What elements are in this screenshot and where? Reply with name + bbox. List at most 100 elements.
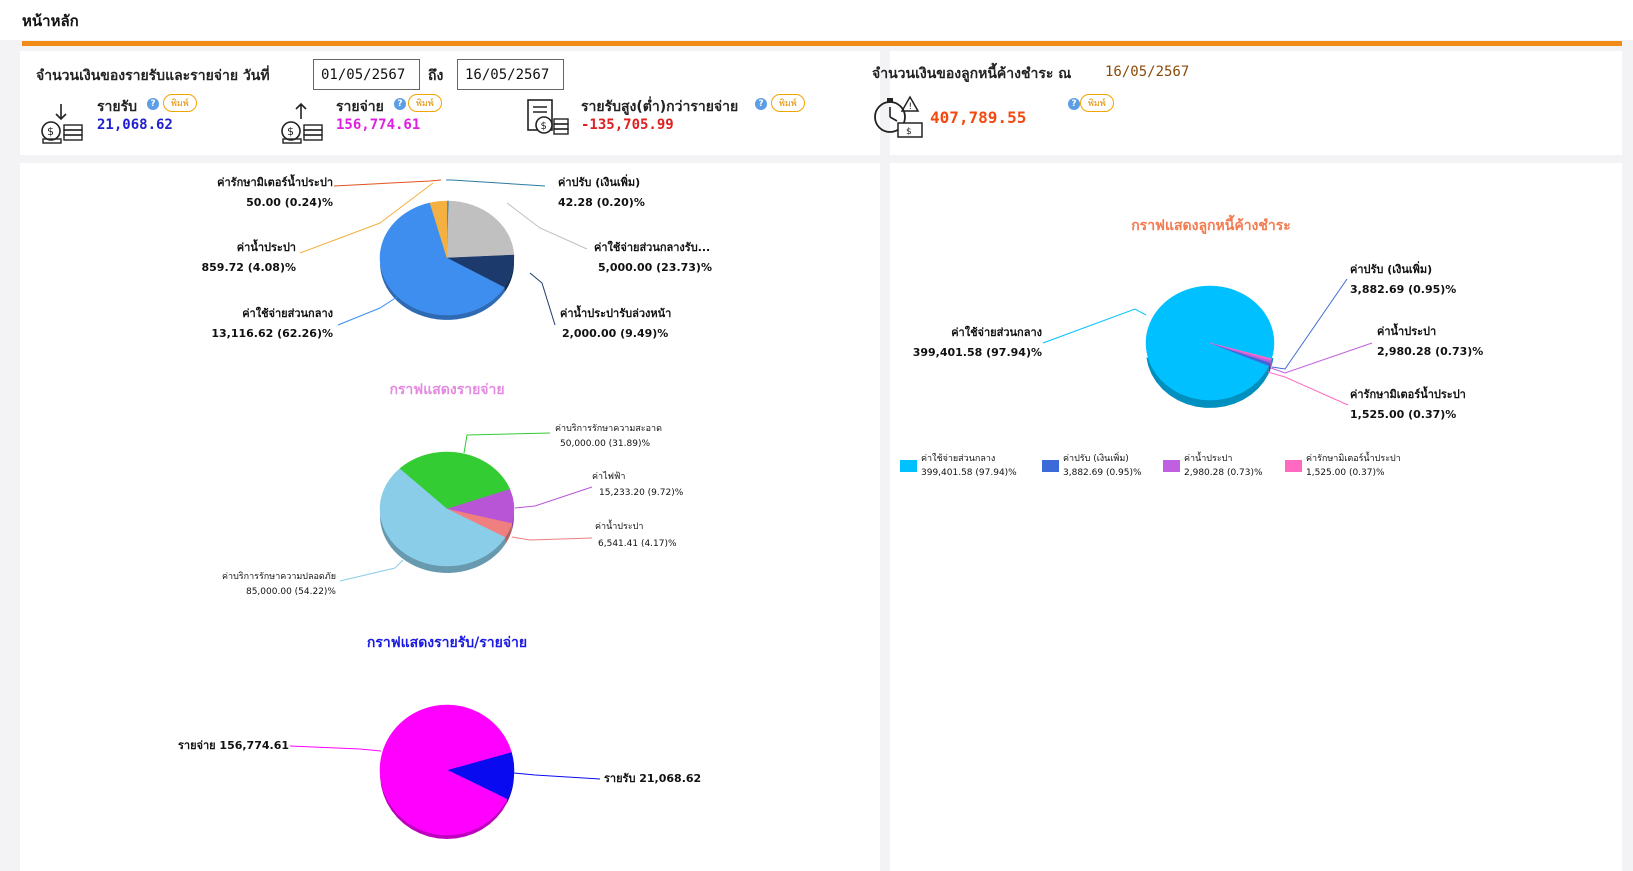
slice-label: ค่าน้ำประปา <box>237 239 296 254</box>
charts-left-panel: ค่ารักษามิเตอร์น้ำประปา 50.00 (0.24)% ค่าป… <box>20 163 880 871</box>
chart-title: กราฟแสดงลูกหนี้ค้างชำระ <box>1131 214 1291 234</box>
leader-line-1-2 <box>511 536 593 541</box>
slice-label: รายจ่าย 156,774.61 <box>178 739 289 752</box>
income-label: รายรับ <box>97 99 137 115</box>
leader-line-3-3 <box>1267 371 1349 406</box>
income-help-icon[interactable]: ? <box>147 98 159 110</box>
slice-value: 42.28 (0.20)% <box>558 196 645 209</box>
expense-label: รายจ่าย <box>336 99 384 115</box>
debt-print-button[interactable]: พิมพ์ <box>1080 94 1114 112</box>
pie-chart-1 <box>379 451 515 573</box>
slice-label: ค่าใช้จ่ายส่วนกลางรับ... <box>594 240 710 254</box>
slice-label: ค่าไฟฟ้า <box>592 471 625 482</box>
slice-label: รายรับ 21,068.62 <box>604 772 701 785</box>
slice-value: 50.00 (0.24)% <box>246 196 333 209</box>
slice-value: 5,000.00 (23.73)% <box>598 261 712 274</box>
leader-line-0-0 <box>333 179 442 187</box>
leader-line-1-0 <box>463 432 551 454</box>
leader-line-1-1 <box>514 486 593 509</box>
legend-swatch <box>1042 460 1059 472</box>
slice-value: 399,401.58 (97.94)% <box>913 346 1042 359</box>
debt-help-icon[interactable]: ? <box>1068 98 1080 110</box>
slice-value: 3,882.69 (0.95)% <box>1350 283 1456 296</box>
chart-title: กราฟแสดงรายจ่าย <box>389 382 504 398</box>
legend-value: 3,882.69 (0.95)% <box>1063 468 1142 478</box>
leader-line-0-3 <box>529 272 556 326</box>
pie-chart-0 <box>379 200 515 320</box>
header-divider <box>22 41 1622 46</box>
slice-label: ค่าน้ำประปา <box>1377 323 1436 338</box>
income-print-button[interactable]: พิมพ์ <box>163 94 197 112</box>
slice-label: ค่ารักษามิเตอร์น้ำประปา <box>1350 386 1466 401</box>
slice-value: 50,000.00 (31.89)% <box>560 439 650 449</box>
slice-value: 1,525.00 (0.37)% <box>1350 408 1456 421</box>
slice-label: ค่าปรับ (เงินเพิ่ม) <box>1350 261 1432 276</box>
slice-value: 13,116.62 (62.26)% <box>211 327 333 340</box>
slice-value: 859.72 (4.08)% <box>202 261 297 274</box>
slice-label: ค่าน้ำประปารับล่วงหน้า <box>560 305 671 320</box>
leader-line-0-4 <box>337 296 398 326</box>
pie-chart-2 <box>379 704 515 839</box>
leader-line-1-3 <box>339 559 404 582</box>
stopwatch-money-icon: ! $ <box>874 95 923 138</box>
debt-value: 407,789.55 <box>930 108 1027 127</box>
leader-line-0-2 <box>506 202 588 250</box>
summary-header: จำนวนเงินของรายรับและรายจ่าย วันที่ <box>36 68 270 84</box>
outstanding-debt-panel: จำนวนเงินของลูกหนี้ค้างชำระ ณ 16/05/2567… <box>872 51 1622 155</box>
income-value: 21,068.62 <box>97 117 173 133</box>
svg-text:$: $ <box>47 125 54 138</box>
legend-value: 1,525.00 (0.37)% <box>1306 468 1385 478</box>
svg-text:$: $ <box>287 125 294 138</box>
slice-label: ค่าใช้จ่ายส่วนกลาง <box>951 325 1042 339</box>
legend-swatch <box>1163 460 1180 472</box>
charts-right-panel: กราฟแสดงลูกหนี้ค้างชำระค่าใช้จ่ายส่วนกลา… <box>890 163 1622 871</box>
leader-line-2-0 <box>513 772 601 780</box>
slice-label: ค่าปรับ (เงินเพิ่ม) <box>558 174 640 189</box>
legend-value: 399,401.58 (97.94)% <box>921 468 1017 478</box>
document-money-icon: $ <box>527 99 569 135</box>
expense-print-button[interactable]: พิมพ์ <box>408 94 442 112</box>
slice-label: ค่ารักษามิเตอร์น้ำประปา <box>217 174 333 189</box>
svg-text:$: $ <box>906 127 912 137</box>
income-expense-summary-panel: จำนวนเงินของรายรับและรายจ่าย วันที่ 01/0… <box>20 51 880 155</box>
date-to-label: ถึง <box>428 68 444 84</box>
leader-line-3-0 <box>1042 308 1147 344</box>
difference-value: -135,705.99 <box>581 117 674 133</box>
debt-date: 16/05/2567 <box>1105 64 1190 80</box>
slice-label: ค่าน้ำประปา <box>595 519 643 532</box>
svg-text:$: $ <box>541 121 547 132</box>
slice-value: 15,233.20 (9.72)% <box>599 488 684 498</box>
difference-print-button[interactable]: พิมพ์ <box>771 94 805 112</box>
date-to-input[interactable]: 16/05/2567 <box>457 59 564 90</box>
pie-chart-3 <box>1145 285 1275 408</box>
legend-label: ค่าใช้จ่ายส่วนกลาง <box>921 453 995 464</box>
expense-value: 156,774.61 <box>336 117 421 133</box>
slice-label: ค่าใช้จ่ายส่วนกลาง <box>242 306 333 320</box>
leader-line-3-2 <box>1270 342 1373 374</box>
legend-value: 2,980.28 (0.73)% <box>1184 468 1263 478</box>
slice-value: 85,000.00 (54.22)% <box>246 587 336 597</box>
income-icon: $ <box>41 104 83 144</box>
pie-slice-0-2[interactable] <box>446 200 515 259</box>
leader-line-0-1 <box>446 179 546 187</box>
expense-help-icon[interactable]: ? <box>394 98 406 110</box>
svg-text:!: ! <box>909 102 913 112</box>
difference-label: รายรับสูง(ต่ำ)กว่ารายจ่าย <box>581 99 739 115</box>
slice-label: ค่าบริการรักษาความปลอดภัย <box>222 571 336 582</box>
page-title: หน้าหลัก <box>22 12 79 30</box>
top-bar: หน้าหลัก <box>0 0 1633 40</box>
legend-swatch <box>1285 460 1302 472</box>
difference-help-icon[interactable]: ? <box>755 98 767 110</box>
slice-value: 2,980.28 (0.73)% <box>1377 345 1483 358</box>
chart-title: กราฟแสดงรายรับ/รายจ่าย <box>367 635 527 651</box>
date-from-input[interactable]: 01/05/2567 <box>313 59 420 90</box>
legend-swatch <box>900 460 917 472</box>
charts-right-canvas: กราฟแสดงลูกหนี้ค้างชำระค่าใช้จ่ายส่วนกลา… <box>900 214 1483 478</box>
slice-value: 2,000.00 (9.49)% <box>562 327 668 340</box>
legend-label: ค่าปรับ (เงินเพิ่ม) <box>1063 451 1129 464</box>
slice-label: ค่าบริการรักษาความสะอาด <box>555 423 662 434</box>
legend-label: ค่าน้ำประปา <box>1184 451 1232 464</box>
debt-header: จำนวนเงินของลูกหนี้ค้างชำระ ณ <box>872 66 1072 82</box>
legend-label: ค่ารักษามิเตอร์น้ำประปา <box>1306 451 1401 464</box>
leader-line-2-1 <box>289 745 382 752</box>
